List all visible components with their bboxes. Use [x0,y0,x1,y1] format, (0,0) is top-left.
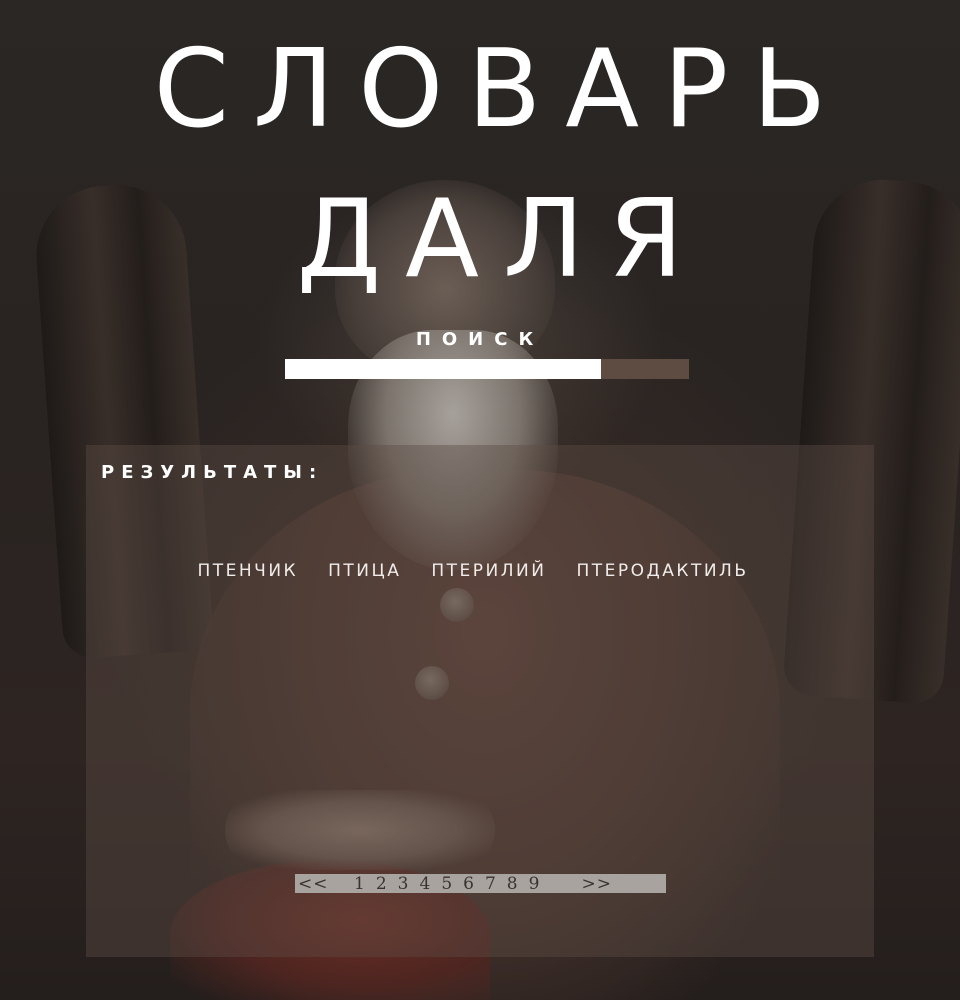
pagination-page-link[interactable]: 4 [419,874,430,894]
results-title: РЕЗУЛЬТАТЫ: [101,462,324,483]
result-word-link[interactable]: ПТЕНЧИК [197,561,298,581]
page-title-line1: СЛОВАРЬ [153,27,851,152]
pagination: << 1 2 3 4 5 6 7 8 9 >> [295,874,666,894]
pagination-page-link[interactable]: 3 [398,874,409,894]
page-title-line2: ДАЛЯ [296,177,708,302]
results-panel: РЕЗУЛЬТАТЫ: ПТЕНЧИК ПТИЦА ПТЕРИЛИЙ ПТЕРО… [86,445,874,957]
pagination-page-link[interactable]: 7 [485,874,496,894]
pagination-prev-button[interactable]: << [298,874,354,894]
pagination-pages: 1 2 3 4 5 6 7 8 9 [354,874,539,894]
search-button[interactable] [601,359,689,379]
result-word-link[interactable]: ПТЕРИЛИЙ [431,561,546,581]
result-word-link[interactable]: ПТИЦА [328,561,401,581]
pagination-page-link[interactable]: 5 [441,874,452,894]
search-bar [285,359,689,379]
pagination-page-link[interactable]: 9 [529,874,540,894]
pagination-next-button[interactable]: >> [581,874,612,894]
pagination-page-link[interactable]: 2 [376,874,387,894]
pagination-page-link[interactable]: 6 [463,874,474,894]
search-input[interactable] [285,359,601,379]
results-list: ПТЕНЧИК ПТИЦА ПТЕРИЛИЙ ПТЕРОДАКТИЛЬ [86,561,874,581]
result-word-link[interactable]: ПТЕРОДАКТИЛЬ [576,561,748,581]
search-label: ПОИСК [415,329,545,350]
pagination-page-link[interactable]: 8 [507,874,518,894]
pagination-page-link[interactable]: 1 [354,874,365,894]
